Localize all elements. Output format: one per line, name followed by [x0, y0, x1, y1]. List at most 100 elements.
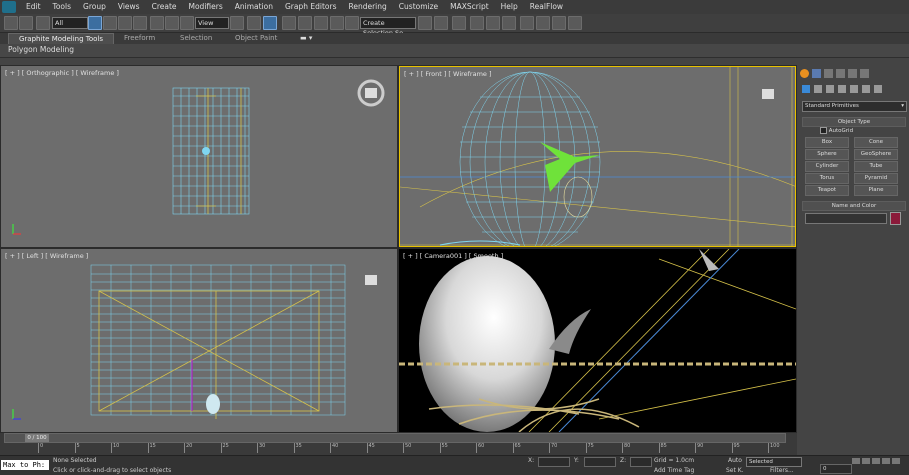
helpers-icon[interactable]: [850, 85, 858, 93]
zoom-all-icon[interactable]: [862, 458, 870, 464]
time-slider[interactable]: 0 / 100: [4, 433, 786, 443]
menu-item-graph-editors[interactable]: Graph Editors: [279, 0, 343, 14]
curve-editor-icon[interactable]: [486, 16, 500, 30]
named-selection-sets-select[interactable]: Create Selection Se: [360, 17, 416, 37]
schematic-view-icon[interactable]: [502, 16, 516, 30]
tab-freeform[interactable]: Freeform: [124, 33, 155, 44]
menu-item-help[interactable]: Help: [495, 0, 524, 14]
space-warps-icon[interactable]: [862, 85, 870, 93]
name-and-color-rollout-header[interactable]: Name and Color: [802, 201, 906, 211]
select-by-name-icon[interactable]: [103, 16, 117, 30]
key-mode-select[interactable]: Selected: [746, 457, 802, 467]
reference-coordinate-select[interactable]: View: [195, 17, 229, 29]
menu-item-create[interactable]: Create: [146, 0, 183, 14]
render-setup-icon[interactable]: [536, 16, 550, 30]
geosphere-button[interactable]: GeoSphere: [854, 149, 898, 160]
z-coordinate-input[interactable]: [630, 457, 652, 467]
maxscript-listener[interactable]: Max to Ph:: [1, 460, 49, 470]
percent-snap-icon[interactable]: [314, 16, 328, 30]
primitive-type-select[interactable]: Standard Primitives ▾: [802, 101, 907, 112]
lights-icon[interactable]: [826, 85, 834, 93]
hierarchy-tab-icon[interactable]: [824, 69, 833, 78]
pyramid-button[interactable]: Pyramid: [854, 173, 898, 184]
selection-filter-select[interactable]: All: [52, 17, 88, 29]
display-tab-icon[interactable]: [848, 69, 857, 78]
snap-icon[interactable]: [282, 16, 296, 30]
viewport-orthographic[interactable]: [ + ] [ Orthographic ] [ Wireframe ]: [1, 66, 397, 247]
systems-icon[interactable]: [874, 85, 882, 93]
orbit-icon[interactable]: [892, 458, 900, 464]
timeline-ruler[interactable]: 0 5 10 15 20 25 30 35 40 45 50 55 60 65 70 75 80 85 90 95 10…: [0, 443, 797, 455]
plane-button[interactable]: Plane: [854, 185, 898, 196]
menu-item-maxscript[interactable]: MAXScript: [444, 0, 495, 14]
pivot-icon[interactable]: [230, 16, 244, 30]
x-coordinate-input[interactable]: [538, 457, 570, 467]
rotate-icon[interactable]: [165, 16, 179, 30]
undo-icon[interactable]: [4, 16, 18, 30]
select-object-icon[interactable]: [88, 16, 102, 30]
object-name-input[interactable]: [805, 213, 887, 224]
shapes-icon[interactable]: [814, 85, 822, 93]
torus-button[interactable]: Torus: [805, 173, 849, 184]
menu-item-tools[interactable]: Tools: [47, 0, 77, 14]
zoom-extents-icon[interactable]: [872, 458, 880, 464]
set-key-label[interactable]: Set K.: [726, 467, 744, 474]
geometry-icon[interactable]: [802, 85, 810, 93]
link-icon[interactable]: [36, 16, 50, 30]
cameras-icon[interactable]: [838, 85, 846, 93]
menu-item-customize[interactable]: Customize: [393, 0, 444, 14]
redo-icon[interactable]: [19, 16, 33, 30]
layer-manager-icon[interactable]: [452, 16, 466, 30]
spinner-snap-icon[interactable]: [330, 16, 344, 30]
cylinder-button[interactable]: Cylinder: [805, 161, 849, 172]
menu-item-group[interactable]: Group: [77, 0, 112, 14]
menu-item-modifiers[interactable]: Modifiers: [183, 0, 229, 14]
modify-tab-icon[interactable]: [812, 69, 821, 78]
key-filters-button[interactable]: Filters...: [770, 467, 794, 474]
rendered-frame-icon[interactable]: [552, 16, 566, 30]
zoom-icon[interactable]: [852, 458, 860, 464]
sphere-button[interactable]: Sphere: [805, 149, 849, 160]
menu-item-realflow[interactable]: RealFlow: [524, 0, 569, 14]
ribbon-options-icon[interactable]: ▬ ▾: [300, 33, 312, 44]
edit-named-selection-icon[interactable]: [345, 16, 359, 30]
utilities-tab-icon[interactable]: [860, 69, 869, 78]
mirror-icon[interactable]: [418, 16, 432, 30]
rect-selection-icon[interactable]: [118, 16, 132, 30]
scale-icon[interactable]: [180, 16, 194, 30]
menu-item-views[interactable]: Views: [112, 0, 146, 14]
object-color-swatch[interactable]: [890, 212, 901, 225]
menu-item-rendering[interactable]: Rendering: [342, 0, 392, 14]
auto-key-label[interactable]: Auto: [728, 457, 742, 464]
app-icon[interactable]: [2, 1, 16, 13]
current-frame-input[interactable]: 0: [820, 464, 852, 474]
viewport-camera[interactable]: [ + ] [ Camera001 ] [ Smooth ]: [399, 249, 796, 432]
menu-item-animation[interactable]: Animation: [229, 0, 279, 14]
menu-item-edit[interactable]: Edit: [20, 0, 47, 14]
create-tab-icon[interactable]: [800, 69, 809, 78]
y-coordinate-input[interactable]: [584, 457, 616, 467]
time-slider-thumb[interactable]: 0 / 100: [25, 434, 49, 442]
tube-button[interactable]: Tube: [854, 161, 898, 172]
align-icon[interactable]: [434, 16, 448, 30]
keyboard-shortcut-icon[interactable]: [263, 16, 277, 30]
viewport-left[interactable]: [ + ] [ Left ] [ Wireframe ]: [1, 249, 397, 432]
tab-selection[interactable]: Selection: [180, 33, 212, 44]
render-icon[interactable]: [568, 16, 582, 30]
autogrid-checkbox[interactable]: AutoGrid: [820, 127, 853, 134]
pan-icon[interactable]: [882, 458, 890, 464]
window-crossing-icon[interactable]: [133, 16, 147, 30]
angle-snap-icon[interactable]: [298, 16, 312, 30]
select-manipulate-icon[interactable]: [247, 16, 261, 30]
object-type-rollout-header[interactable]: Object Type: [802, 117, 906, 127]
teapot-button[interactable]: Teapot: [805, 185, 849, 196]
viewport-front[interactable]: [ + ] [ Front ] [ Wireframe ]: [399, 66, 796, 247]
material-editor-icon[interactable]: [520, 16, 534, 30]
box-button[interactable]: Box: [805, 137, 849, 148]
motion-tab-icon[interactable]: [836, 69, 845, 78]
tab-object-paint[interactable]: Object Paint: [235, 33, 277, 44]
graphite-toggle-icon[interactable]: [470, 16, 484, 30]
add-time-tag-button[interactable]: Add Time Tag: [654, 467, 694, 474]
cone-button[interactable]: Cone: [854, 137, 898, 148]
move-icon[interactable]: [150, 16, 164, 30]
